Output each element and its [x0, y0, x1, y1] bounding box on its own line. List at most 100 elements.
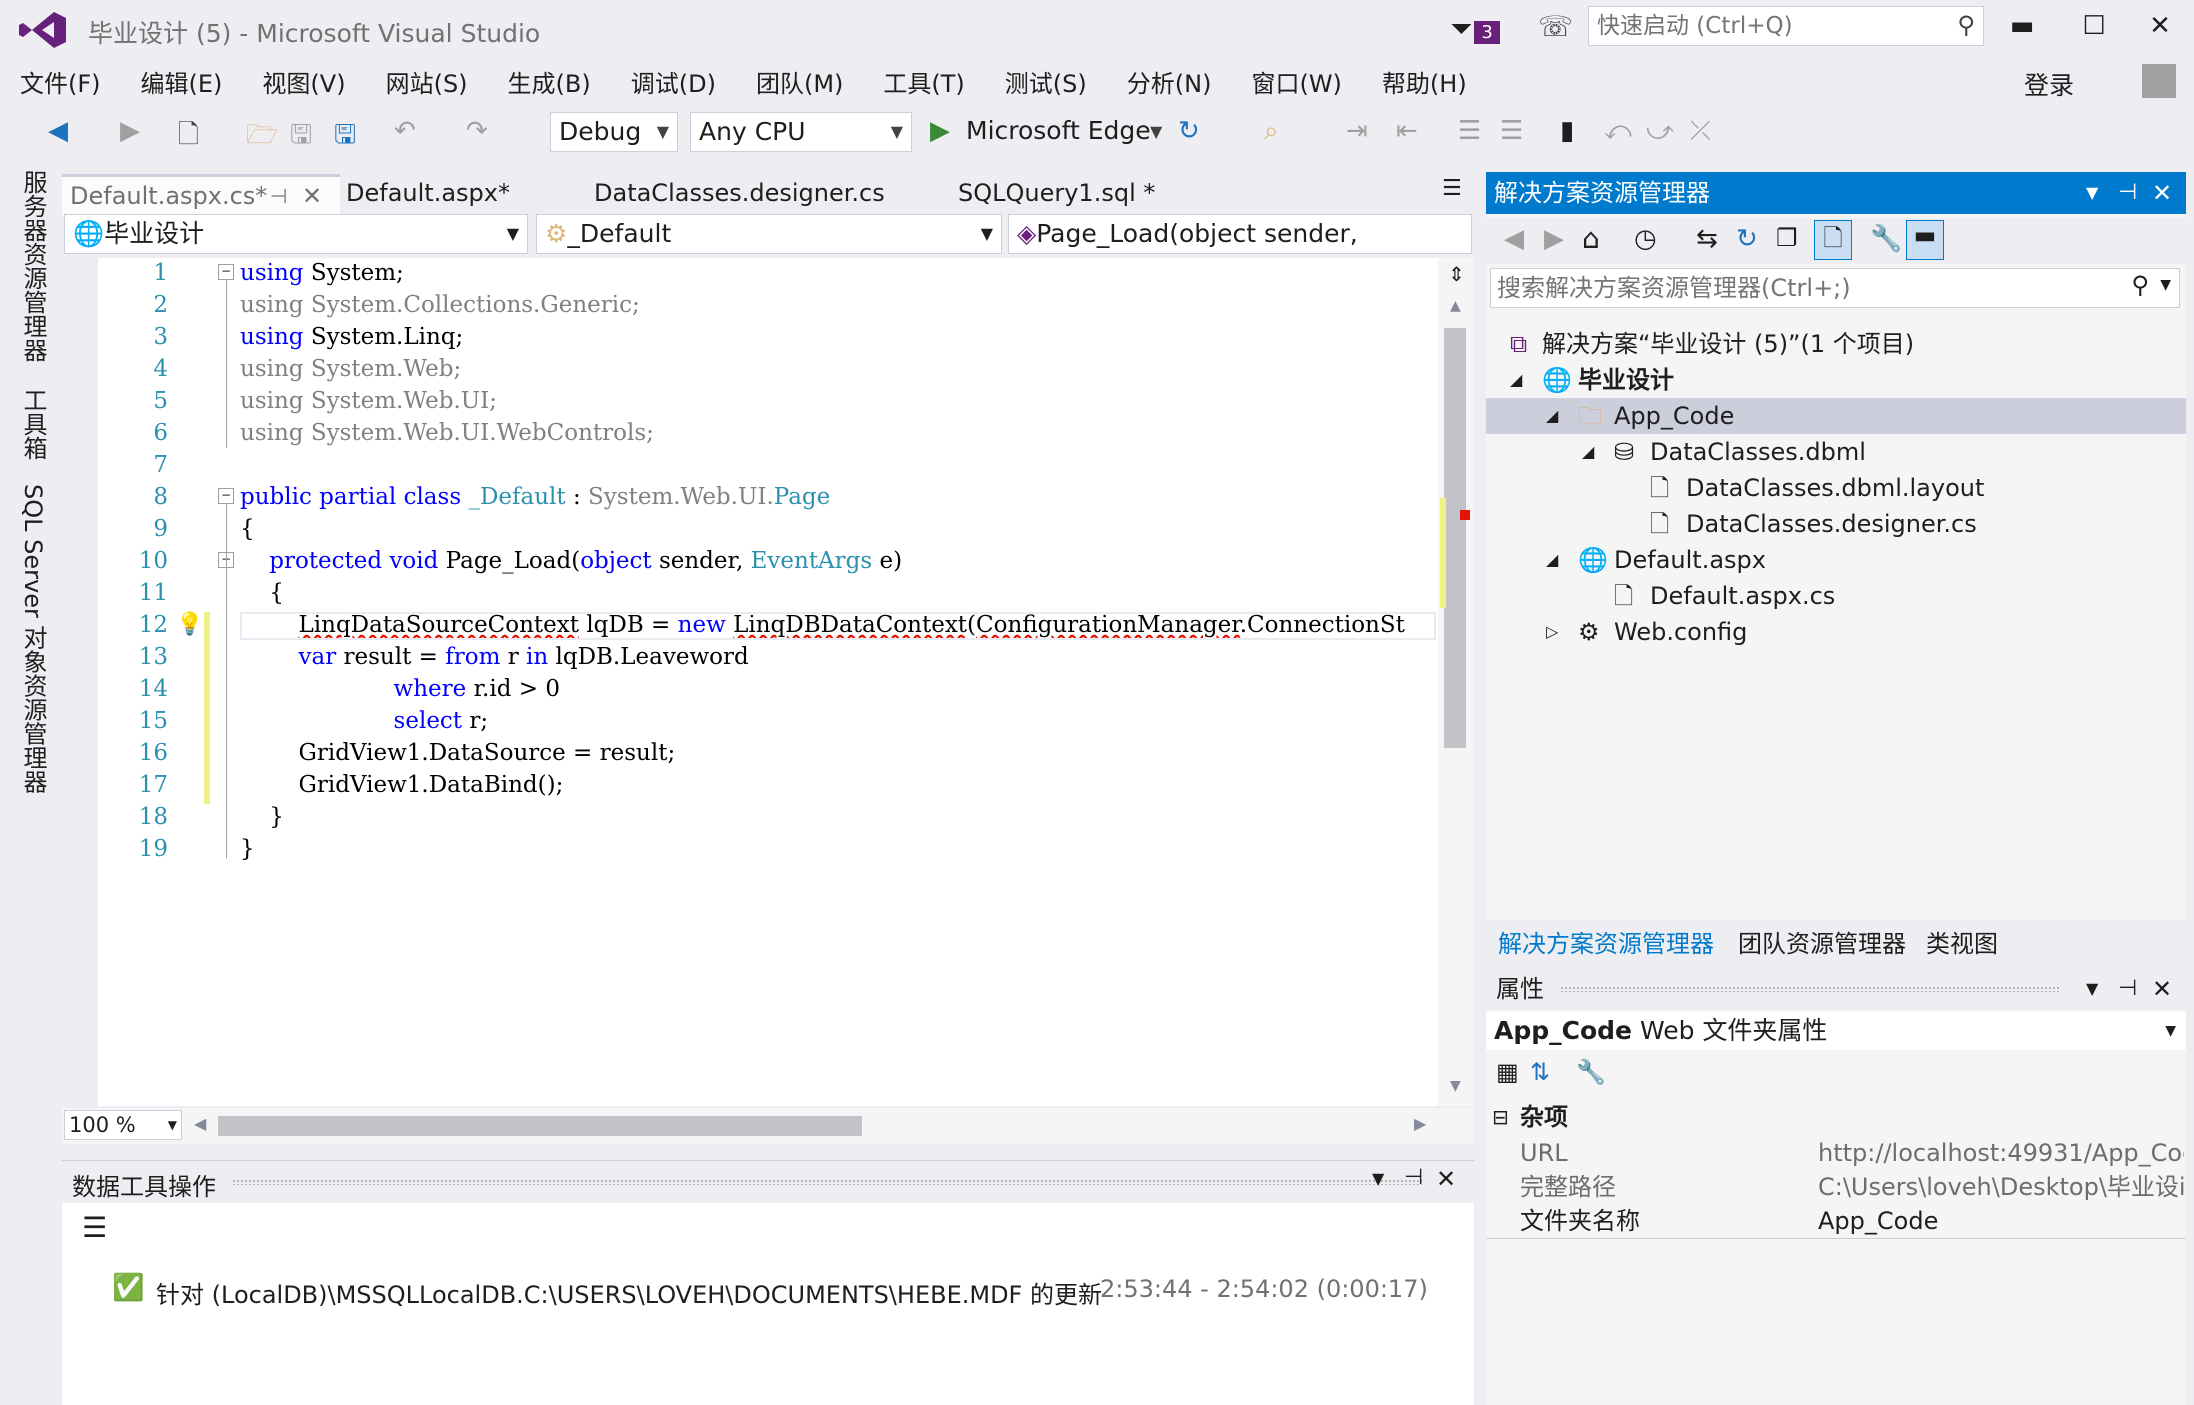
show-all-files-icon[interactable]: 🗋 — [1814, 220, 1852, 260]
tree-item-project[interactable]: ◢ 🌐 毕业设计 — [1486, 362, 2186, 398]
tab-class-view[interactable]: 类视图 — [1926, 924, 1998, 959]
redo-icon[interactable]: ↷ — [466, 116, 488, 146]
class-nav-select[interactable]: ⚙_Default ▼ — [536, 214, 1002, 254]
drag-handle[interactable] — [1560, 986, 2060, 992]
property-category[interactable]: ⊟ 杂项 — [1486, 1100, 2186, 1134]
scroll-up-icon[interactable]: ▲ — [1450, 298, 1461, 314]
collapse-icon[interactable]: − — [218, 488, 234, 504]
menu-build[interactable]: 生成(B) — [488, 60, 605, 103]
clear-bookmarks-icon[interactable]: ⤫ — [1690, 116, 1711, 147]
categorized-icon[interactable]: ▦ — [1496, 1058, 1519, 1086]
tree-item-default-aspx[interactable]: ◢ 🌐 Default.aspx — [1486, 542, 2186, 578]
pin-icon[interactable]: ⊣ — [270, 177, 287, 215]
search-icon[interactable]: ⚲ — [1957, 11, 1975, 39]
property-row[interactable]: 完整路径 C:\Users\loveh\Desktop\毕业设i — [1486, 1170, 2186, 1204]
close-window-button[interactable]: ✕ — [2130, 4, 2190, 48]
menu-analyze[interactable]: 分析(N) — [1107, 60, 1226, 103]
menu-help[interactable]: 帮助(H) — [1362, 60, 1481, 103]
chevron-down-icon[interactable]: ▼ — [2086, 968, 2098, 1010]
home-icon[interactable]: ⌂ — [1582, 222, 1600, 255]
collapse-all-icon[interactable]: ❐ — [1776, 224, 1798, 252]
sync-icon[interactable]: ⇆ — [1696, 224, 1718, 254]
expand-arrow-icon[interactable]: ◢ — [1510, 362, 1522, 398]
search-icon[interactable]: ⚲ — [2131, 271, 2149, 299]
tree-item-dbml-layout[interactable]: 🗋 DataClasses.dbml.layout — [1486, 470, 2186, 506]
tab-solution-explorer[interactable]: 解决方案资源管理器 — [1498, 924, 1714, 959]
tab-team-explorer[interactable]: 团队资源管理器 — [1738, 924, 1906, 959]
preview-icon[interactable]: ▬ — [1906, 220, 1944, 260]
pin-icon[interactable]: ⊣ — [1404, 1165, 1423, 1190]
scroll-thumb[interactable] — [1444, 328, 1466, 748]
chevron-down-icon[interactable]: ▼ — [2086, 172, 2098, 214]
chevron-down-icon[interactable]: ▼ — [2160, 277, 2171, 293]
new-project-icon[interactable]: 🗋 — [178, 116, 199, 160]
tree-item-designer-cs[interactable]: 🗋 DataClasses.designer.cs — [1486, 506, 2186, 542]
menu-website[interactable]: 网站(S) — [366, 60, 482, 103]
editor-horizontal-scrollbar[interactable]: 100 % ▼ ◀ ▶ — [62, 1108, 1474, 1144]
clear-list-icon[interactable]: ☰ — [82, 1211, 107, 1244]
toolbox-tab[interactable]: 工具箱 — [16, 388, 51, 460]
close-panel-icon[interactable]: ✕ — [2152, 172, 2172, 214]
chevron-down-icon[interactable]: ▼ — [1372, 1169, 1384, 1188]
menu-debug[interactable]: 调试(D) — [611, 60, 730, 103]
solution-search-input[interactable] — [1491, 269, 2103, 307]
login-link[interactable]: 登录 — [2024, 66, 2074, 102]
run-target-button[interactable]: Microsoft Edge — [966, 116, 1151, 145]
quick-launch-input[interactable] — [1589, 7, 1945, 45]
horizontal-scroll-thumb[interactable] — [218, 1116, 862, 1136]
notifications-button[interactable]: ⏷ 3 — [1450, 12, 1500, 46]
open-file-icon[interactable]: 🗁 — [246, 116, 278, 160]
refresh-icon[interactable]: ↻ — [1736, 224, 1758, 254]
find-in-files-icon[interactable]: ⌕ — [1264, 116, 1279, 147]
drag-handle[interactable] — [232, 1179, 1422, 1185]
tree-item-solution[interactable]: ⧉ 解决方案“毕业设计 (5)”(1 个项目) — [1486, 326, 2186, 362]
menu-test[interactable]: 测试(S) — [985, 60, 1101, 103]
project-nav-select[interactable]: 🌐毕业设计 ▼ — [64, 214, 528, 254]
back-icon[interactable]: ◀ — [1504, 224, 1524, 254]
collapse-icon[interactable]: − — [218, 264, 234, 280]
property-row[interactable]: URL http://localhost:49931/App_Coc — [1486, 1136, 2186, 1170]
feedback-icon[interactable]: ☏ — [1538, 10, 1573, 43]
tree-item-app-code[interactable]: ◢ 🗀 App_Code — [1486, 398, 2186, 434]
tree-item-default-aspx-cs[interactable]: 🗋 Default.aspx.cs — [1486, 578, 2186, 614]
user-avatar-icon[interactable] — [2142, 64, 2176, 98]
forward-icon[interactable]: ▶ — [120, 116, 140, 146]
scroll-right-icon[interactable]: ▶ — [1414, 1114, 1426, 1133]
solution-search[interactable]: ⚲ ▼ — [1490, 268, 2180, 308]
platform-select[interactable]: Any CPU ▼ — [690, 112, 912, 152]
pin-icon[interactable]: ⊣ — [2118, 968, 2137, 1010]
outdent-icon[interactable]: ⇤ — [1396, 116, 1418, 146]
menu-view[interactable]: 视图(V) — [242, 60, 359, 103]
save-all-icon[interactable]: 🖫 — [334, 116, 356, 160]
alphabetical-icon[interactable]: ⇅ — [1530, 1058, 1550, 1086]
member-nav-select[interactable]: ◈Page_Load(object sender, EventArg ▼ — [1008, 214, 1472, 254]
scroll-left-icon[interactable]: ◀ — [194, 1114, 206, 1133]
tab-default-aspx[interactable]: Default.aspx* — [338, 174, 510, 212]
maximize-button[interactable]: ☐ — [2064, 4, 2124, 48]
editor-vertical-scrollbar[interactable]: ⇕ ▲ ▼ — [1438, 258, 1474, 1106]
tree-item-web-config[interactable]: ▷ ⚙ Web.config — [1486, 614, 2186, 650]
scroll-down-icon[interactable]: ▼ — [1450, 1078, 1461, 1094]
collapsed-arrow-icon[interactable]: ▷ — [1546, 614, 1558, 650]
solution-config-select[interactable]: Debug ▼ — [550, 112, 678, 152]
refresh-icon[interactable]: ↻ — [1178, 116, 1200, 146]
split-icon[interactable]: ⇕ — [1448, 262, 1465, 286]
tab-sqlquery1[interactable]: SQLQuery1.sql * — [950, 174, 1155, 212]
forward-icon[interactable]: ▶ — [1544, 224, 1564, 254]
uncomment-icon[interactable]: ☰ — [1500, 116, 1523, 146]
zoom-select[interactable]: 100 % ▼ — [64, 1110, 182, 1140]
back-icon[interactable]: ◀ — [48, 116, 68, 146]
tab-default-aspx-cs[interactable]: Default.aspx.cs* ⊣ ✕ — [62, 174, 340, 215]
menu-tools[interactable]: 工具(T) — [863, 60, 978, 103]
prev-bookmark-icon[interactable]: ⤺ — [1604, 116, 1632, 147]
close-tab-icon[interactable]: ✕ — [302, 177, 322, 215]
properties-wrench-icon[interactable]: 🔧 — [1870, 224, 1902, 254]
bookmark-icon[interactable]: ▮ — [1560, 116, 1574, 146]
properties-object-select[interactable]: App_Code Web 文件夹属性 ▼ — [1486, 1012, 2186, 1050]
indent-icon[interactable]: ⇥ — [1346, 116, 1368, 146]
expand-arrow-icon[interactable]: ◢ — [1546, 398, 1558, 434]
collapse-icon[interactable]: ⊟ — [1492, 1100, 1509, 1134]
tree-item-dataclasses-dbml[interactable]: ◢ ⛁ DataClasses.dbml — [1486, 434, 2186, 470]
tab-overflow-icon[interactable]: ☰ — [1442, 176, 1462, 201]
property-row[interactable]: 文件夹名称 App_Code — [1486, 1204, 2186, 1238]
